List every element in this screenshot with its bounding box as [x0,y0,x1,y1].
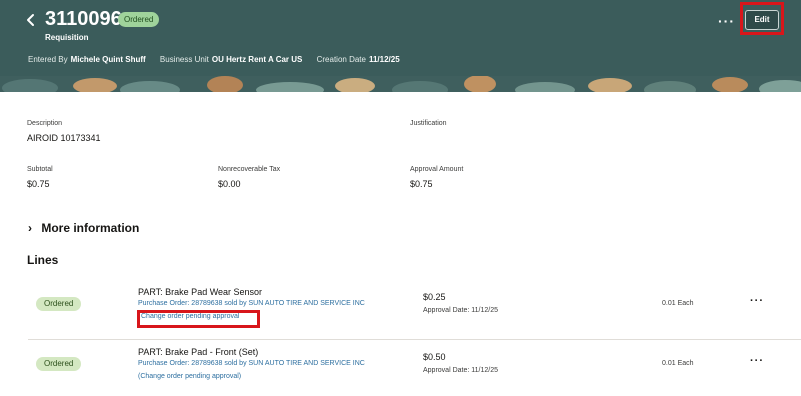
change-order-link[interactable]: Change order pending approval [141,313,239,320]
header-meta: Entered By Michele Quint Shuff Business U… [28,55,412,64]
business-unit-label: Business Unit [159,55,209,64]
edit-button[interactable]: Edit [745,10,779,30]
approval-amount-label: Approval Amount [410,166,464,173]
line-divider [28,339,801,340]
justification-label: Justification [410,120,447,127]
creation-date-value: 11/12/25 [368,55,400,64]
more-information-toggle[interactable]: › More information [28,221,139,235]
back-arrow-icon[interactable] [22,10,40,30]
line-quantity: 0.01 Each [662,300,694,307]
status-badge: Ordered [118,12,160,27]
subtotal-value: $0.75 [27,179,50,189]
description-label: Description [27,120,63,127]
business-unit-value: OU Hertz Rent A Car US [211,55,303,64]
page-header: 3110096 Ordered Requisition Entered By Mi… [0,0,801,92]
requisition-number: 3110096 [45,8,122,30]
line-approval-date: Approval Date: 11/12/25 [423,307,498,314]
line-quantity: 0.01 Each [662,360,694,367]
more-actions-button[interactable]: ··· [718,13,735,29]
lines-section-title: Lines [27,253,59,267]
line-status-badge: Ordered [36,297,82,311]
line-status-badge: Ordered [36,357,82,371]
entered-by-value: Michele Quint Shuff [70,55,146,64]
creation-date-label: Creation Date [316,55,366,64]
nonrecoverable-tax-value: $0.00 [218,179,241,189]
line-amount: $0.25 [423,292,446,302]
line-title[interactable]: PART: Brake Pad Wear Sensor [138,287,262,297]
change-order-link[interactable]: (Change order pending approval) [138,373,241,380]
subtotal-label: Subtotal [27,166,53,173]
purchase-order-link[interactable]: Purchase Order: 28789638 sold by SUN AUT… [138,360,365,367]
nonrecoverable-tax-label: Nonrecoverable Tax [218,166,281,173]
more-information-label: More information [41,221,140,235]
chevron-right-icon: › [28,221,32,235]
line-approval-date: Approval Date: 11/12/25 [423,367,498,374]
line-amount: $0.50 [423,352,446,362]
purchase-order-link[interactable]: Purchase Order: 28789638 sold by SUN AUT… [138,300,365,307]
line-actions-button[interactable]: ··· [750,295,764,307]
page-subtitle: Requisition [45,33,89,42]
description-value: AIROID 10173341 [27,133,101,143]
approval-amount-value: $0.75 [410,179,433,189]
line-actions-button[interactable]: ··· [750,355,764,367]
entered-by-label: Entered By [28,55,68,64]
line-title[interactable]: PART: Brake Pad - Front (Set) [138,347,258,357]
